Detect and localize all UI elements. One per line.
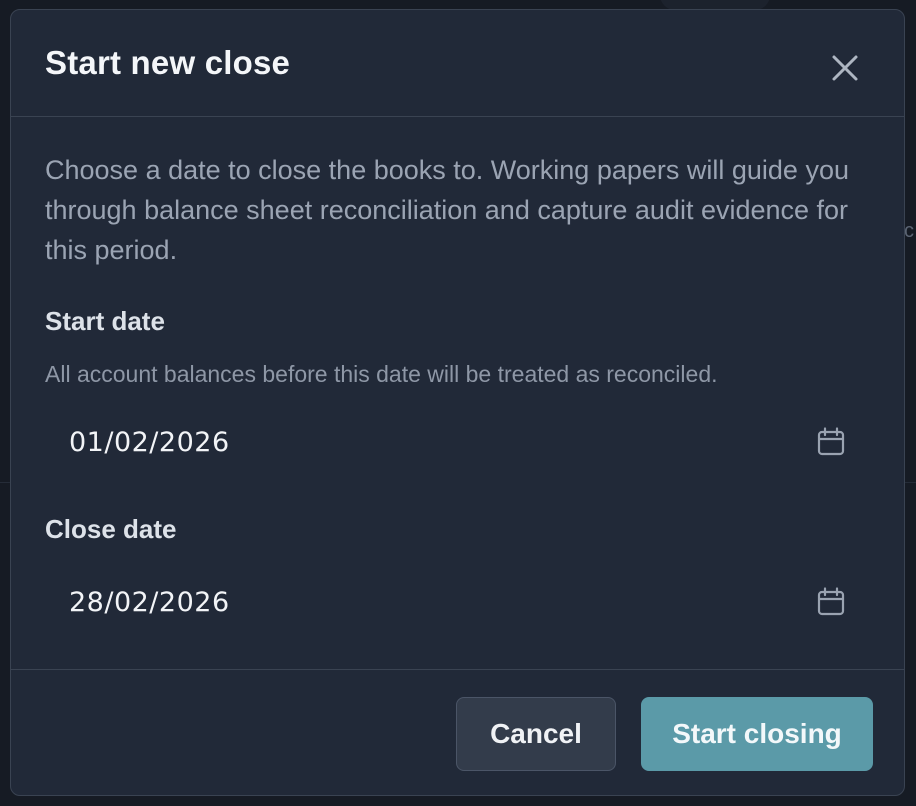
background-text-fragment: c [904,220,914,242]
start-date-input[interactable]: 01/02/2026 [45,410,867,474]
close-date-input[interactable]: 28/02/2026 [45,570,867,634]
dialog-header: Start new close [11,10,904,117]
start-date-label: Start date [45,306,165,336]
calendar-icon[interactable] [816,427,846,457]
dialog-title: Start new close [45,44,291,81]
start-closing-button[interactable]: Start closing [641,697,873,771]
start-date-value: 01/02/2026 [69,426,230,458]
dialog-description: Choose a date to close the books to. Wor… [45,155,849,265]
calendar-icon[interactable] [816,587,846,617]
cancel-button[interactable]: Cancel [456,697,616,771]
close-date-value: 28/02/2026 [69,586,230,618]
start-date-help: All account balances before this date wi… [45,361,718,387]
close-date-label: Close date [45,514,177,544]
close-icon [832,55,858,81]
dialog-footer: Cancel Start closing [11,669,904,795]
start-close-dialog: Start new close Choose a date to close t… [10,9,905,796]
close-button[interactable] [825,48,865,88]
